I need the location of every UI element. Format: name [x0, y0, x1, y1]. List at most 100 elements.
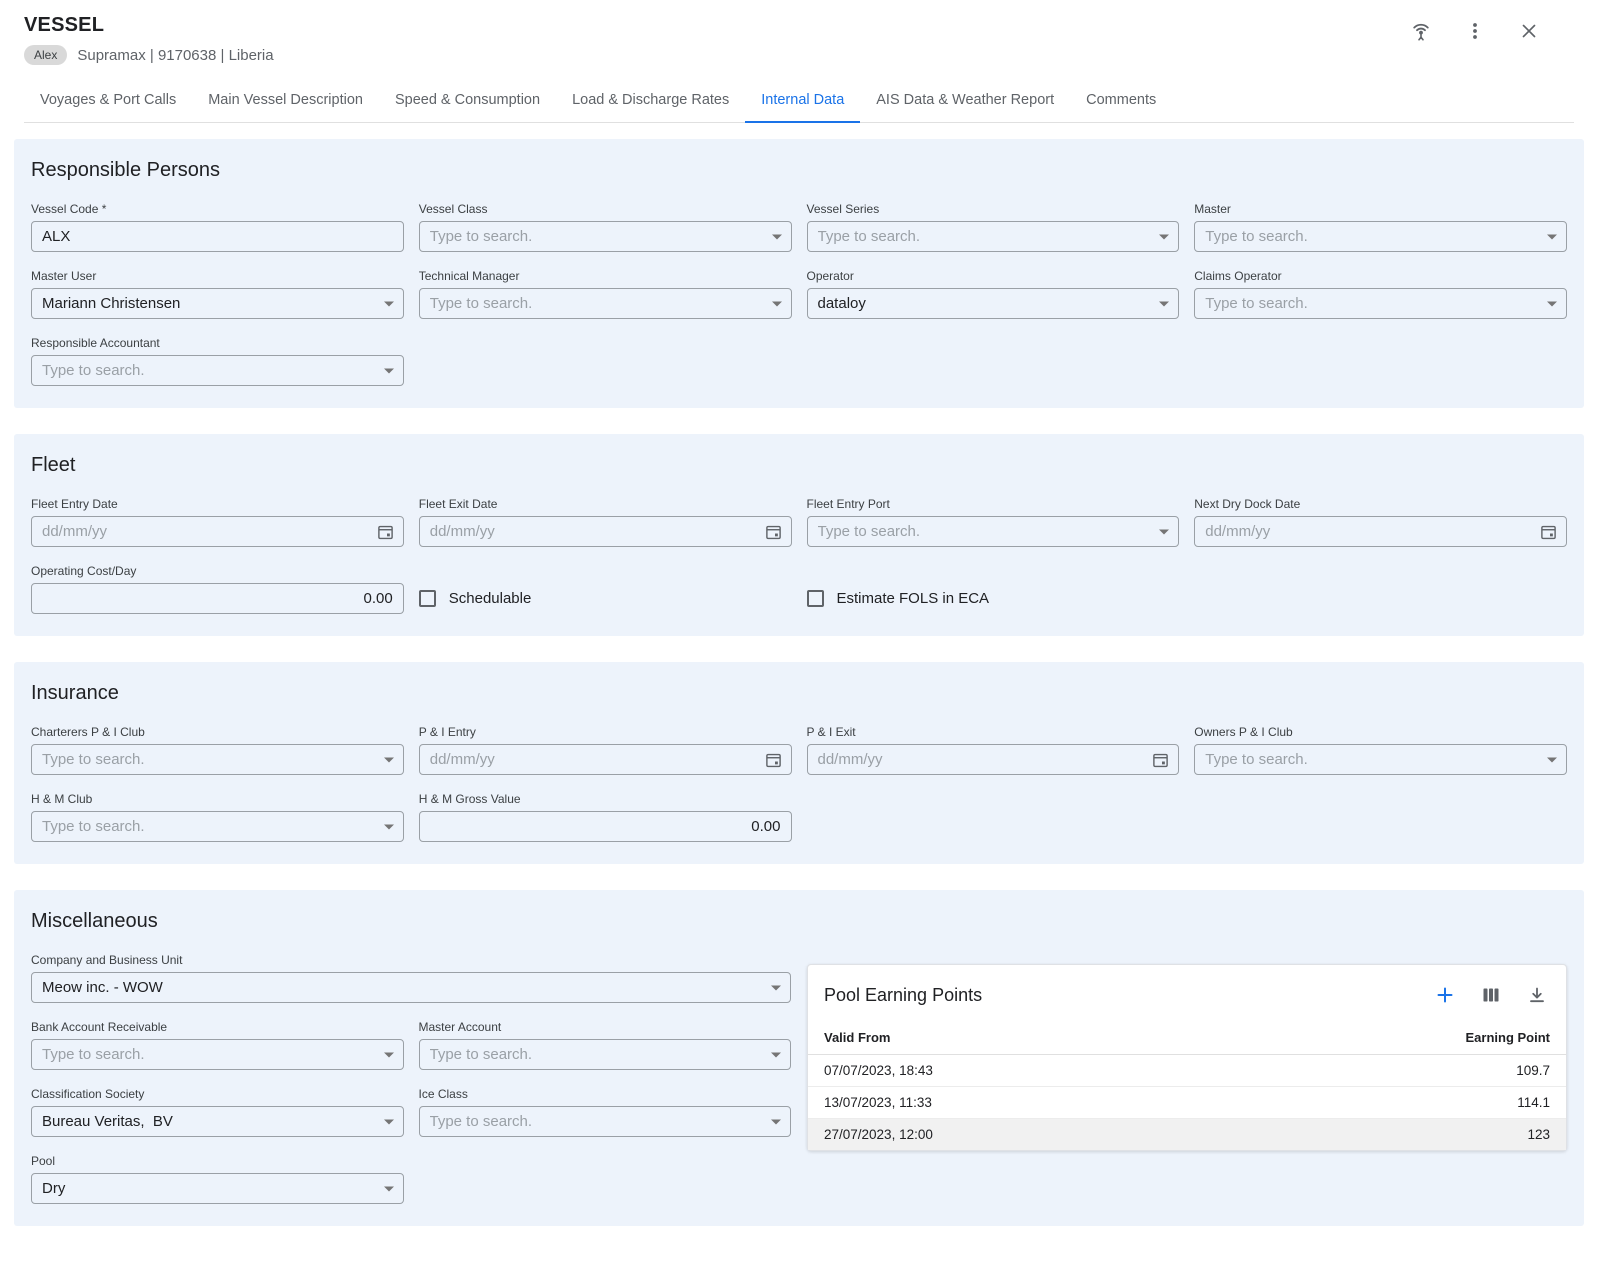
- section-miscellaneous: Miscellaneous Company and Business Unit …: [14, 890, 1584, 1226]
- owners-pi-club-input[interactable]: [1195, 745, 1566, 774]
- master-account-input[interactable]: [420, 1040, 791, 1069]
- column-header-valid-from[interactable]: Valid From: [808, 1020, 1223, 1055]
- bank-account-receivable-input[interactable]: [32, 1040, 403, 1069]
- vessel-class-input[interactable]: [420, 222, 791, 251]
- fleet-exit-date-label: Fleet Exit Date: [419, 497, 792, 511]
- field-vessel-code: Vessel Code *: [31, 202, 404, 252]
- table-row[interactable]: 27/07/2023, 12:00 123: [808, 1119, 1566, 1151]
- antenna-signal-icon[interactable]: [1408, 18, 1434, 44]
- field-schedulable: Schedulable: [419, 583, 792, 614]
- pi-entry-input[interactable]: [420, 745, 791, 774]
- pool-input[interactable]: [32, 1174, 403, 1203]
- chevron-down-icon[interactable]: [1547, 757, 1557, 762]
- field-vessel-series: Vessel Series: [807, 202, 1180, 252]
- chevron-down-icon[interactable]: [1159, 301, 1169, 306]
- operator-label: Operator: [807, 269, 1180, 283]
- pi-exit-field: [807, 744, 1180, 775]
- ice-class-input[interactable]: [420, 1107, 791, 1136]
- kebab-menu-icon[interactable]: [1462, 18, 1488, 44]
- operating-cost-day-field: [31, 583, 404, 614]
- chevron-down-icon[interactable]: [384, 368, 394, 373]
- tab-speed-consumption[interactable]: Speed & Consumption: [379, 79, 556, 122]
- chevron-down-icon[interactable]: [384, 824, 394, 829]
- company-business-unit-label: Company and Business Unit: [31, 953, 791, 967]
- bank-account-receivable-label: Bank Account Receivable: [31, 1020, 404, 1034]
- field-master-user: Master User: [31, 269, 404, 319]
- chevron-down-icon[interactable]: [384, 1119, 394, 1124]
- valid-from-cell: 13/07/2023, 11:33: [808, 1087, 1223, 1119]
- download-icon[interactable]: [1524, 982, 1550, 1008]
- chevron-down-icon[interactable]: [772, 301, 782, 306]
- pi-exit-input[interactable]: [808, 745, 1179, 774]
- charterers-pi-club-input[interactable]: [32, 745, 403, 774]
- tab-comments[interactable]: Comments: [1070, 79, 1172, 122]
- calendar-icon[interactable]: [377, 523, 394, 541]
- master-user-input[interactable]: [32, 289, 403, 318]
- chevron-down-icon[interactable]: [771, 1119, 781, 1124]
- field-master: Master: [1194, 202, 1567, 252]
- vessel-series-input[interactable]: [808, 222, 1179, 251]
- calendar-icon[interactable]: [765, 523, 782, 541]
- plus-icon[interactable]: [1432, 982, 1458, 1008]
- chevron-down-icon[interactable]: [772, 234, 782, 239]
- chevron-down-icon[interactable]: [771, 1052, 781, 1057]
- chevron-down-icon[interactable]: [1159, 529, 1169, 534]
- fleet-entry-date-input[interactable]: [32, 517, 403, 546]
- tab-main-vessel-description[interactable]: Main Vessel Description: [192, 79, 379, 122]
- owners-pi-club-label: Owners P & I Club: [1194, 725, 1567, 739]
- field-technical-manager: Technical Manager: [419, 269, 792, 319]
- columns-icon[interactable]: [1478, 982, 1504, 1008]
- tab-internal-data[interactable]: Internal Data: [745, 79, 860, 122]
- classification-society-input[interactable]: [32, 1107, 403, 1136]
- fleet-exit-date-field: [419, 516, 792, 547]
- valid-from-cell: 27/07/2023, 12:00: [808, 1119, 1223, 1151]
- schedulable-checkbox[interactable]: [419, 590, 436, 607]
- chevron-down-icon[interactable]: [1159, 234, 1169, 239]
- field-bank-account-receivable: Bank Account Receivable: [31, 1020, 404, 1070]
- chevron-down-icon[interactable]: [384, 1052, 394, 1057]
- chevron-down-icon[interactable]: [1547, 301, 1557, 306]
- claims-operator-input[interactable]: [1195, 289, 1566, 318]
- responsible-accountant-input[interactable]: [32, 356, 403, 385]
- table-row[interactable]: 07/07/2023, 18:43 109.7: [808, 1055, 1566, 1087]
- chevron-down-icon[interactable]: [384, 1186, 394, 1191]
- estimate-fols-label: Estimate FOLS in ECA: [837, 590, 990, 607]
- chevron-down-icon[interactable]: [384, 301, 394, 306]
- section-title: Insurance: [31, 682, 1567, 705]
- tab-voyages-port-calls[interactable]: Voyages & Port Calls: [24, 79, 192, 122]
- field-owners-pi-club: Owners P & I Club: [1194, 725, 1567, 775]
- fleet-entry-date-field: [31, 516, 404, 547]
- chevron-down-icon[interactable]: [1547, 234, 1557, 239]
- field-fleet-exit-date: Fleet Exit Date: [419, 497, 792, 547]
- fleet-exit-date-input[interactable]: [420, 517, 791, 546]
- chevron-down-icon[interactable]: [384, 757, 394, 762]
- fleet-entry-port-select: [807, 516, 1180, 547]
- calendar-icon[interactable]: [1152, 751, 1169, 769]
- charterers-pi-club-select: [31, 744, 404, 775]
- hm-gross-value-input[interactable]: [420, 812, 791, 841]
- column-header-earning-point[interactable]: Earning Point: [1223, 1020, 1566, 1055]
- close-icon[interactable]: [1516, 18, 1542, 44]
- operator-input[interactable]: [808, 289, 1179, 318]
- technical-manager-input[interactable]: [420, 289, 791, 318]
- table-row[interactable]: 13/07/2023, 11:33 114.1: [808, 1087, 1566, 1119]
- next-dry-dock-date-input[interactable]: [1195, 517, 1566, 546]
- fleet-entry-port-label: Fleet Entry Port: [807, 497, 1180, 511]
- tab-ais-data-weather-report[interactable]: AIS Data & Weather Report: [860, 79, 1070, 122]
- company-business-unit-input[interactable]: [32, 973, 790, 1002]
- vessel-code-input[interactable]: [32, 222, 403, 251]
- hm-club-input[interactable]: [32, 812, 403, 841]
- pool-label: Pool: [31, 1154, 404, 1168]
- field-master-account: Master Account: [419, 1020, 792, 1070]
- master-input[interactable]: [1195, 222, 1566, 251]
- vessel-series-select: [807, 221, 1180, 252]
- fleet-entry-port-input[interactable]: [808, 517, 1179, 546]
- tab-load-discharge-rates[interactable]: Load & Discharge Rates: [556, 79, 745, 122]
- calendar-icon[interactable]: [1540, 523, 1557, 541]
- pool-earning-points-card: Pool Earning Points: [807, 964, 1567, 1151]
- operating-cost-day-input[interactable]: [32, 584, 403, 613]
- calendar-icon[interactable]: [765, 751, 782, 769]
- section-title: Responsible Persons: [31, 159, 1567, 182]
- estimate-fols-checkbox[interactable]: [807, 590, 824, 607]
- chevron-down-icon[interactable]: [771, 985, 781, 990]
